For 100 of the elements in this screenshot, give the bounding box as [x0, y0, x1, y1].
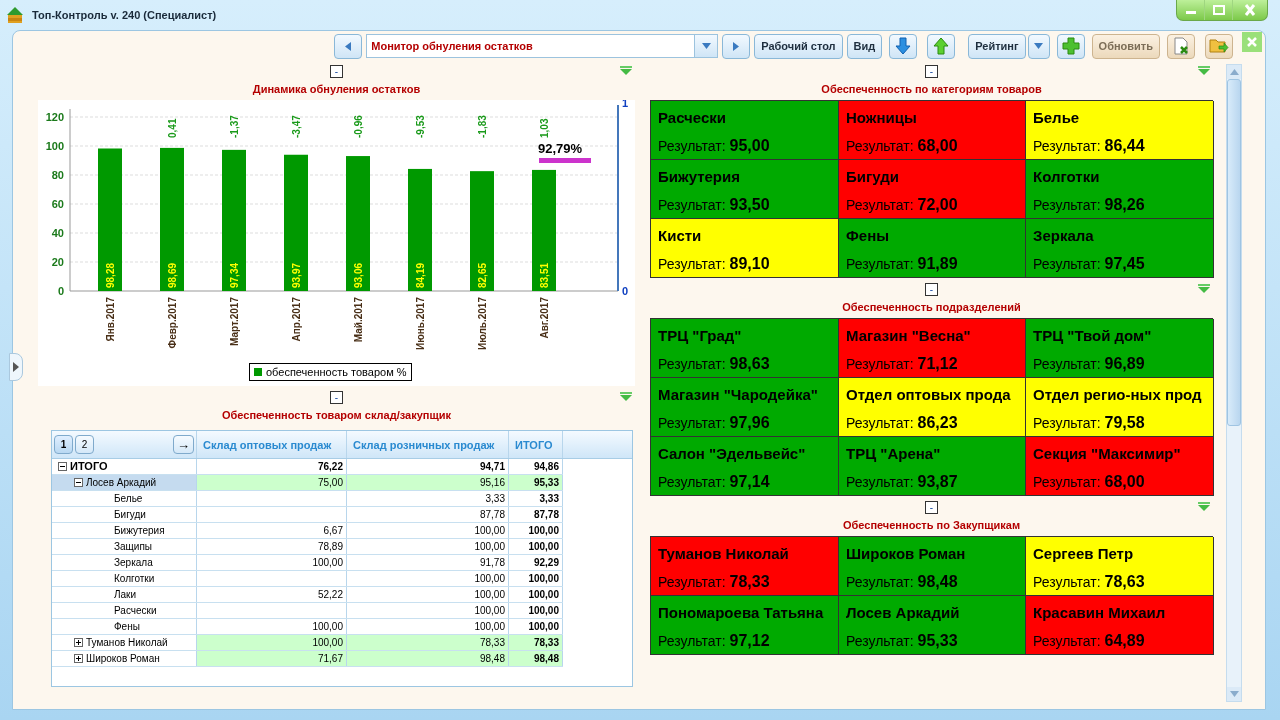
- report-dropdown[interactable]: Монитор обнуления остатков: [366, 34, 719, 58]
- toolbar-button[interactable]: Рабочий стол: [754, 33, 843, 59]
- status-tile[interactable]: Отдел оптовых прода Результат: 86,23: [839, 378, 1026, 437]
- value-label: 97,34: [229, 262, 240, 288]
- row-label: Колготки: [114, 572, 155, 586]
- status-tile[interactable]: ТРЦ "Град" Результат: 98,63: [651, 319, 839, 378]
- status-tile[interactable]: Ножницы Результат: 68,00: [839, 101, 1026, 160]
- status-tile[interactable]: Колготки Результат: 98,26: [1026, 160, 1214, 219]
- table-cell: 76,22: [197, 459, 347, 474]
- collapse-button[interactable]: -: [925, 64, 938, 78]
- tree-cell[interactable]: ИТОГО: [52, 459, 197, 474]
- status-tile[interactable]: Магазин "Чародейка" Результат: 97,96: [651, 378, 839, 437]
- rating-button[interactable]: Рейтинг: [968, 33, 1026, 59]
- result-value: 64,89: [1104, 632, 1145, 649]
- result-label: Результат:: [1033, 574, 1101, 590]
- table-cell: 87,78: [509, 507, 563, 522]
- change-label: -9,53: [415, 115, 426, 138]
- row-label: Фены: [114, 620, 140, 634]
- table-cell: 94,86: [509, 459, 563, 474]
- category-label: Апр.2017: [291, 297, 302, 342]
- tile-title: Магазин "Весна": [846, 327, 972, 346]
- status-tile[interactable]: Кисти Результат: 89,10: [651, 219, 839, 278]
- add-button[interactable]: [1056, 33, 1085, 59]
- status-tile[interactable]: Зеркала Результат: 97,45: [1026, 219, 1214, 278]
- tree-cell[interactable]: Колготки: [52, 571, 197, 586]
- caret-right-icon: [13, 362, 19, 372]
- tree-cell[interactable]: Бижутерия: [52, 523, 197, 538]
- tree-cell[interactable]: Бигуди: [52, 507, 197, 522]
- status-tile[interactable]: Отдел регио-ных прод Результат: 79,58: [1026, 378, 1214, 437]
- result-label: Результат:: [846, 474, 914, 490]
- table-cell: 100,00: [509, 603, 563, 618]
- result-value: 95,33: [917, 632, 958, 649]
- status-tile[interactable]: Белье Результат: 86,44: [1026, 101, 1214, 160]
- triangle-down-icon: [1198, 284, 1210, 293]
- tree-cell[interactable]: Зеркала: [52, 555, 197, 570]
- value-label: 83,51: [539, 262, 550, 288]
- value-label: 98,69: [167, 262, 178, 288]
- caret-down-icon: [1229, 691, 1239, 697]
- forward-button[interactable]: [722, 33, 751, 59]
- status-tile[interactable]: Лосев Аркадий Результат: 95,33: [839, 596, 1026, 655]
- row-label: Лаки: [114, 588, 137, 602]
- table-cell: 75,00: [197, 475, 347, 490]
- scrollbar[interactable]: [1226, 64, 1242, 702]
- move-down-button[interactable]: [889, 33, 918, 59]
- table-cell: 100,00: [347, 571, 509, 586]
- status-tile[interactable]: Красавин Михаил Результат: 64,89: [1026, 596, 1214, 655]
- tree-cell[interactable]: Защипы: [52, 539, 197, 554]
- status-tile[interactable]: ТРЦ "Твой дом" Результат: 96,89: [1026, 319, 1214, 378]
- page-button[interactable]: 2: [75, 435, 94, 454]
- move-up-button[interactable]: [927, 33, 956, 59]
- next-button[interactable]: →: [173, 435, 194, 454]
- collapse-button[interactable]: -: [330, 390, 343, 404]
- close-panel-button[interactable]: [1242, 32, 1262, 52]
- status-tile[interactable]: ТРЦ "Арена" Результат: 93,87: [839, 437, 1026, 496]
- table-cell: 87,78: [347, 507, 509, 522]
- tile-title: Сергеев Петр: [1033, 545, 1135, 564]
- status-tile[interactable]: Туманов Николай Результат: 78,33: [651, 537, 839, 596]
- open-folder-button[interactable]: [1205, 33, 1233, 59]
- side-panel-toggle[interactable]: [9, 353, 23, 381]
- value-label: 84,19: [415, 262, 426, 288]
- row-label: Туманов Николай: [86, 636, 168, 650]
- window-title: Топ-Контроль v. 240 (Специалист): [32, 9, 217, 21]
- toolbar-button[interactable]: Вид: [846, 33, 883, 59]
- result-value: 79,58: [1104, 414, 1145, 431]
- table-cell: 100,00: [197, 619, 347, 634]
- collapse-button[interactable]: -: [925, 282, 938, 296]
- table-cell: 78,33: [347, 635, 509, 650]
- value-label: 93,06: [353, 262, 364, 288]
- tree-cell[interactable]: Лосев Аркадий: [52, 475, 197, 490]
- page-button[interactable]: 1: [54, 435, 73, 454]
- collapse-button[interactable]: -: [330, 64, 343, 78]
- tile-title: Салон "Эдельвейс": [658, 445, 807, 464]
- status-tile[interactable]: Широков Роман Результат: 98,48: [839, 537, 1026, 596]
- status-tile[interactable]: Пономароева Татьяна Результат: 97,12: [651, 596, 839, 655]
- result-value: 68,00: [1104, 473, 1145, 490]
- status-tile[interactable]: Магазин "Весна" Результат: 71,12: [839, 319, 1026, 378]
- status-tile[interactable]: Расчески Результат: 95,00: [651, 101, 839, 160]
- result-label: Результат:: [846, 197, 914, 213]
- status-tile[interactable]: Секция "Максимир" Результат: 68,00: [1026, 437, 1214, 496]
- row-label: Белье: [114, 492, 143, 506]
- section-title: Динамика обнуления остатков: [251, 82, 422, 97]
- tree-cell[interactable]: Расчески: [52, 603, 197, 618]
- table-cell: 3,33: [347, 491, 509, 506]
- status-tile[interactable]: Салон "Эдельвейс" Результат: 97,14: [651, 437, 839, 496]
- table-cell: 100,00: [509, 619, 563, 634]
- tree-cell[interactable]: Фены: [52, 619, 197, 634]
- result-value: 71,12: [917, 355, 958, 372]
- status-tile[interactable]: Фены Результат: 91,89: [839, 219, 1026, 278]
- table-cell: 92,29: [509, 555, 563, 570]
- collapse-button[interactable]: -: [925, 500, 938, 514]
- result-value: 95,00: [729, 137, 770, 154]
- tree-cell[interactable]: Лаки: [52, 587, 197, 602]
- back-button[interactable]: [334, 33, 363, 59]
- status-tile[interactable]: Сергеев Петр Результат: 78,63: [1026, 537, 1214, 596]
- status-tile[interactable]: Бижутерия Результат: 93,50: [651, 160, 839, 219]
- export-button[interactable]: [1167, 33, 1195, 59]
- status-tile[interactable]: Бигуди Результат: 72,00: [839, 160, 1026, 219]
- dropdown-button[interactable]: [1027, 33, 1050, 59]
- triangle-down-icon: [1198, 66, 1210, 75]
- tree-cell[interactable]: Белье: [52, 491, 197, 506]
